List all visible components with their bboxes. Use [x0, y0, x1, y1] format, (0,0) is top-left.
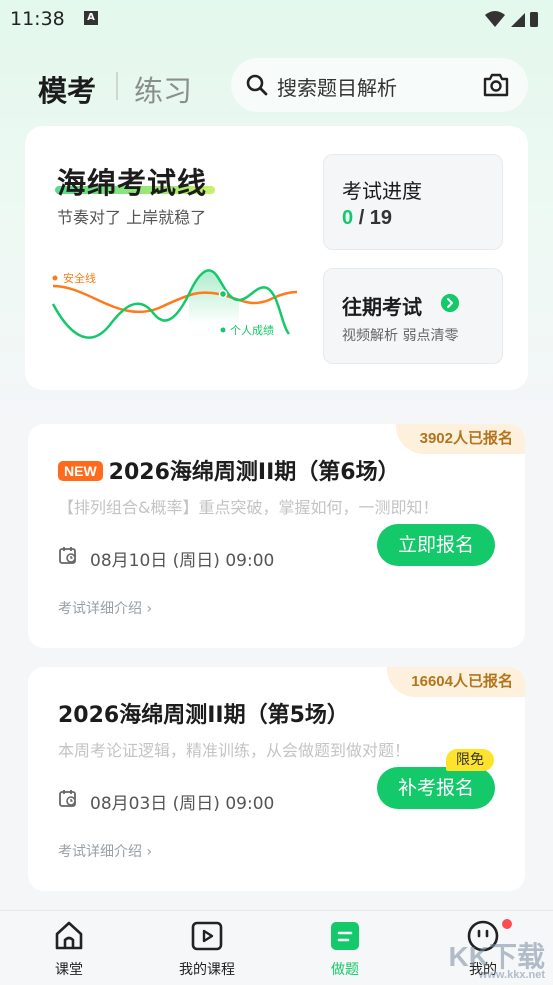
legend-safe-dot: [52, 275, 58, 281]
battery-icon: [530, 12, 538, 27]
watermark-logo: KK下载 www.kkx.net: [449, 935, 545, 981]
hero-card: 海绵考试线 节奏对了 上岸就稳了 安全线 个人成绩 考试进度 0 / 19 往期…: [25, 126, 528, 390]
notification-dot: [502, 919, 512, 929]
status-bar: 11:38 A: [0, 0, 553, 38]
header: 模考 练习 搜索题目解析: [0, 58, 553, 114]
tab-label: 做题: [331, 962, 359, 978]
exam-description: 【排列组合&概率】重点突破，掌握如何，一测即知！: [58, 498, 439, 517]
past-exams-subtitle: 视频解析 弱点清零: [342, 328, 459, 344]
legend-safe-label: 安全线: [63, 271, 96, 285]
exam-title-text: 2026海绵周测II期（第6场）: [108, 460, 400, 485]
makeup-register-button[interactable]: 补考报名: [377, 767, 495, 809]
register-button[interactable]: 立即报名: [377, 524, 495, 566]
notification-icon: A: [84, 11, 98, 25]
exam-date: 08月10日 (周日) 09:00: [90, 551, 275, 571]
progress-total: / 19: [358, 207, 393, 229]
hero-title-wrap: 海绵考试线: [55, 160, 215, 202]
tab-exercise[interactable]: 做题: [300, 919, 390, 979]
status-time: 11:38: [10, 8, 65, 30]
exam-card[interactable]: 3902人已报名 NEW 2026海绵周测II期（第6场） 【排列组合&概率】重点…: [28, 424, 525, 648]
safe-line: [52, 284, 298, 314]
hero-subtitle: 节奏对了 上岸就稳了: [57, 208, 207, 227]
exam-card[interactable]: 16604人已报名 2026海绵周测II期（第5场） 本周考论证逻辑，精准训练，…: [28, 667, 525, 891]
exam-title: NEW 2026海绵周测II期（第6场）: [58, 454, 400, 486]
free-tag: 限免: [446, 749, 494, 771]
past-exams-label: 往期考试: [342, 295, 422, 319]
legend-personal-dot: [220, 327, 226, 333]
hero-title: 海绵考试线: [55, 160, 215, 202]
enroll-count-badge: 16604人已报名: [387, 667, 525, 697]
exam-description: 本周考论证逻辑，精准训练，从会做题到做对题！: [58, 741, 411, 760]
progress-value: 0 / 19: [342, 207, 392, 230]
search-input[interactable]: 搜索题目解析: [231, 58, 528, 112]
camera-icon[interactable]: [482, 72, 510, 98]
arrow-right-icon: [441, 294, 459, 312]
hero-title-text: 海绵考试线: [57, 166, 208, 200]
exercise-icon: [331, 922, 359, 950]
search-icon: [246, 74, 268, 96]
exam-progress-card[interactable]: 考试进度 0 / 19: [323, 154, 503, 250]
tab-lianxi[interactable]: 练习: [134, 68, 192, 110]
progress-current: 0: [342, 207, 354, 229]
progress-label: 考试进度: [342, 179, 422, 203]
tab-classroom[interactable]: 课堂: [24, 919, 114, 979]
tab-my-courses[interactable]: 我的课程: [162, 919, 252, 979]
tab-label: 课堂: [55, 962, 83, 978]
tab-label: 我的课程: [179, 962, 235, 978]
legend-personal-label: 个人成绩: [230, 324, 274, 337]
tab-divider: [116, 72, 118, 100]
exam-details-link[interactable]: 考试详细介绍 ›: [58, 841, 152, 861]
signal-icon: [511, 13, 525, 27]
home-icon: [55, 921, 83, 950]
exam-details-link[interactable]: 考试详细介绍 ›: [58, 598, 152, 618]
calendar-icon: [59, 547, 76, 564]
tab-mokao[interactable]: 模考: [38, 68, 96, 110]
new-tag: NEW: [58, 461, 103, 481]
enroll-count-badge: 3902人已报名: [395, 424, 525, 454]
bottom-tab-bar: 课堂 我的课程 做题 我的 KK下载 www.kkx.net: [0, 910, 553, 985]
wifi-icon: [485, 11, 505, 27]
exam-date: 08月03日 (周日) 09:00: [90, 794, 275, 814]
past-exams-card[interactable]: 往期考试 视频解析 弱点清零: [323, 268, 503, 364]
score-line-chart: 安全线 个人成绩: [51, 269, 298, 339]
watermark-text: KK下载: [448, 941, 545, 972]
cross-point: [218, 289, 228, 299]
exam-title: 2026海绵周测II期（第5场）: [58, 703, 349, 728]
status-icons: [483, 9, 539, 33]
search-placeholder: 搜索题目解析: [277, 76, 397, 100]
play-icon: [191, 921, 223, 951]
calendar-icon: [59, 790, 76, 807]
